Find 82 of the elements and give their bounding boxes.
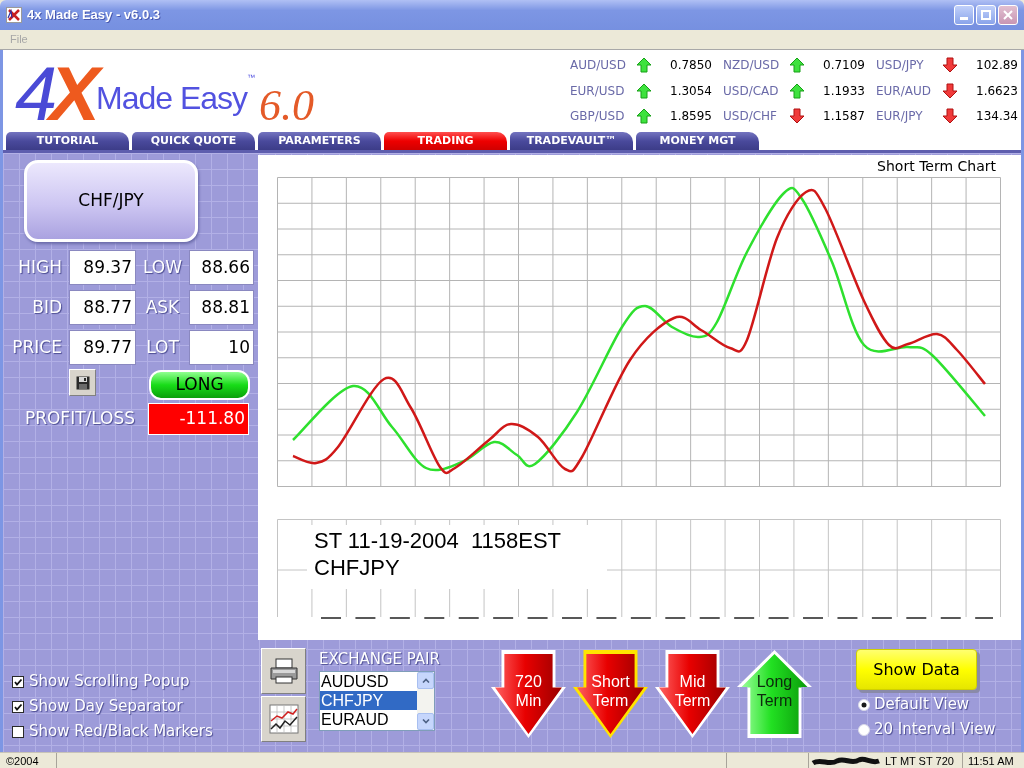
stat-label: ASK (144, 295, 181, 319)
quote-value: 0.7109 (822, 57, 865, 74)
timeframe-button[interactable]: Short Term (572, 650, 648, 738)
list-item[interactable]: CHFJPY (320, 691, 417, 710)
timeframe-button[interactable]: Long Term (736, 650, 812, 738)
tab[interactable]: TRADEVAULT™ (510, 132, 633, 150)
quote-pair: EUR/AUD (876, 82, 932, 100)
quote-value: 1.3054 (669, 82, 712, 100)
scroll-up-button[interactable] (417, 672, 434, 689)
quote-value: 0.7850 (669, 57, 712, 74)
exchange-pair-label: EXCHANGE PAIR (319, 650, 440, 668)
logo-trademark: ™ (247, 74, 256, 82)
quote-pair: EUR/USD (570, 82, 626, 100)
value-field[interactable]: 88.81 (189, 290, 254, 325)
app-icon (6, 7, 22, 23)
pair-list[interactable]: AUDUSD CHFJPY EURAUD (319, 671, 435, 731)
value-field[interactable]: 88.66 (189, 250, 254, 285)
tab[interactable]: PARAMETERS (258, 132, 381, 150)
window-title: 4x Made Easy - v6.0.3 (27, 6, 160, 25)
quote-pair: USD/CAD (723, 82, 780, 100)
value-field[interactable]: 89.37 (69, 250, 136, 285)
chart-caption: CHFJPY (314, 554, 401, 581)
currency-pair-button[interactable]: CHF/JPY (24, 160, 198, 242)
save-button[interactable] (69, 369, 96, 396)
checkbox[interactable] (12, 700, 24, 713)
maximize-icon (981, 10, 991, 20)
tab[interactable]: TUTORIAL (6, 132, 129, 150)
tab[interactable]: QUICK QUOTE (132, 132, 255, 150)
logo-version: 6.0 (259, 84, 315, 128)
quote-pair: GBP/USD (570, 108, 626, 126)
chevron-down-icon (421, 719, 430, 724)
tab[interactable]: TRADING (384, 132, 507, 150)
minimize-icon (960, 17, 968, 20)
close-icon (1003, 10, 1013, 20)
value-field[interactable]: 10 (189, 330, 254, 365)
chart-title: Short Term Chart (877, 156, 996, 176)
profit-loss-field[interactable]: -111.80 (148, 403, 249, 435)
view-option-label: Default View (873, 694, 970, 716)
option-label: Show Day Separator (29, 696, 183, 718)
scribble-icon (811, 754, 881, 767)
timeframe-button[interactable]: 720 Min (490, 650, 566, 738)
stat-label: HIGH (17, 255, 62, 279)
quote-pair: NZD/USD (723, 57, 781, 74)
quote-value: 1.1933 (822, 82, 865, 100)
chart-caption: ST 11-19-2004 1158EST (314, 527, 563, 554)
print-button[interactable] (261, 648, 306, 694)
quote-pair: EUR/JPY (876, 108, 924, 126)
stat-label: PRICE (11, 335, 62, 359)
chevron-up-icon (421, 678, 430, 683)
quote-value: 1.1587 (822, 108, 865, 126)
stat-label: LOT (145, 335, 180, 359)
printer-icon (268, 658, 299, 684)
show-data-button[interactable]: Show Data (855, 649, 977, 690)
chart-button[interactable] (261, 696, 306, 742)
option-label: Show Red/Black Markers (29, 721, 213, 743)
value-field[interactable]: 88.77 (69, 290, 136, 325)
clock-time: 11:51 AM (968, 753, 1014, 768)
quote-value: 102.89 (975, 57, 1018, 74)
quote-pair: USD/JPY (876, 57, 925, 74)
quote-value: 1.8595 (669, 108, 712, 126)
long-position-button[interactable]: LONG (149, 370, 250, 400)
scrollbar[interactable] (417, 672, 434, 730)
timeframe-indicators: LT MT ST 720 (885, 753, 954, 768)
timeframe-button[interactable]: Mid Term (654, 650, 730, 738)
stat-label: LOW (141, 255, 184, 279)
tab[interactable]: MONEY MGT (636, 132, 759, 150)
quote-value: 1.6623 (975, 82, 1018, 100)
copyright-text: ©2004 (6, 753, 39, 768)
quote-value: 134.34 (975, 108, 1018, 126)
checkbox[interactable] (12, 725, 24, 738)
option-label: Show Scrolling Popup (29, 671, 190, 693)
radio-button[interactable] (857, 698, 870, 711)
line-chart-icon (268, 704, 299, 734)
profit-loss-label: PROFIT/LOSS (24, 407, 136, 431)
value-field[interactable]: 89.77 (69, 330, 136, 365)
view-option-label: 20 Interval View (873, 719, 996, 741)
checkbox[interactable] (12, 675, 24, 688)
stat-label: BID (31, 295, 62, 319)
scroll-down-button[interactable] (417, 713, 434, 730)
quote-pair: USD/CHF (723, 108, 778, 126)
radio-button[interactable] (857, 723, 870, 736)
quote-pair: AUD/USD (570, 57, 627, 74)
